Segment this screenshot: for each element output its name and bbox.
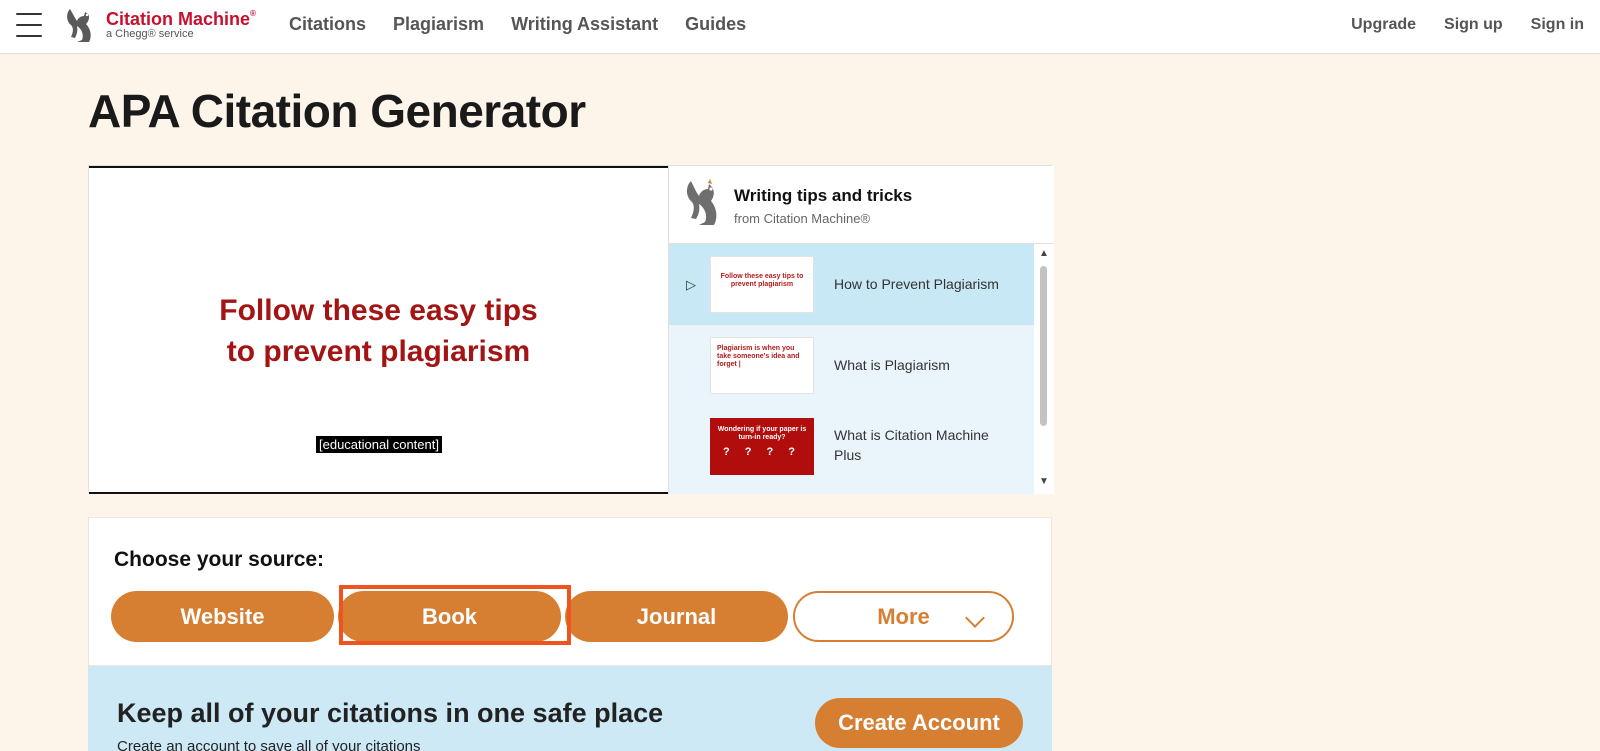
playlist-title: Writing tips and tricks xyxy=(734,186,913,205)
scroll-down-icon[interactable]: ▼ xyxy=(1039,476,1049,487)
playlist-subtitle: from Citation Machine® xyxy=(734,211,871,226)
main-nav: Citations Plagiarism Writing Assistant G… xyxy=(289,14,746,35)
source-more-dropdown[interactable]: More xyxy=(793,591,1014,642)
page-title: APA Citation Generator xyxy=(88,85,586,137)
logo-name: Citation Machine® xyxy=(106,9,256,29)
scroll-up-icon[interactable]: ▲ xyxy=(1039,248,1049,259)
playlist-item-citation-machine-plus[interactable]: Wondering if your paper is turn-in ready… xyxy=(669,406,1034,487)
video-section: Follow these easy tips to prevent plagia… xyxy=(88,165,1054,494)
menu-icon[interactable] xyxy=(16,13,42,37)
account-banner: Keep all of your citations in one safe p… xyxy=(88,666,1052,751)
create-account-button[interactable]: Create Account xyxy=(815,698,1023,748)
account-banner-subtitle: Create an account to save all of your ci… xyxy=(117,738,421,751)
video-caption: [educational content] xyxy=(316,436,442,453)
scrollbar-thumb[interactable] xyxy=(1040,266,1047,426)
video-player[interactable]: Follow these easy tips to prevent plagia… xyxy=(89,166,668,494)
playlist-item-prevent-plagiarism[interactable]: ▷ Follow these easy tips to prevent plag… xyxy=(669,244,1034,325)
video-playlist: Writing tips and tricks from Citation Ma… xyxy=(668,166,1054,494)
squirrel-logo-icon xyxy=(67,9,91,42)
nav-plagiarism[interactable]: Plagiarism xyxy=(393,14,484,35)
nav-sign-up[interactable]: Sign up xyxy=(1444,16,1503,34)
source-journal-button[interactable]: Journal xyxy=(565,591,788,642)
source-book-button[interactable]: Book xyxy=(338,591,561,642)
account-nav: Upgrade Sign up Sign in xyxy=(1351,16,1584,34)
source-chooser: Choose your source: Website Book Journal… xyxy=(88,517,1052,666)
playlist-item-label: What is Plagiarism xyxy=(834,357,950,373)
nav-sign-in[interactable]: Sign in xyxy=(1531,16,1584,34)
top-navigation-bar: Citation Machine® a Chegg® service Citat… xyxy=(0,0,1600,54)
playlist-items: ▷ Follow these easy tips to prevent plag… xyxy=(669,244,1054,494)
playlist-header: Writing tips and tricks from Citation Ma… xyxy=(669,166,1054,244)
source-website-button[interactable]: Website xyxy=(111,591,334,642)
playlist-scrollbar[interactable]: ▲ ▼ xyxy=(1034,244,1054,494)
nav-guides[interactable]: Guides xyxy=(685,14,746,35)
question-marks-graphic: ? ? ? ? xyxy=(722,446,802,458)
chevron-down-icon xyxy=(965,608,985,628)
video-headline: Follow these easy tips to prevent plagia… xyxy=(219,294,538,368)
play-icon: ▷ xyxy=(686,277,696,292)
playlist-item-label: How to Prevent Plagiarism xyxy=(834,276,999,292)
more-label: More xyxy=(877,604,930,629)
playlist-item-label: What is Citation Machine Plus xyxy=(834,427,989,463)
video-thumbnail: Plagiarism is when you take someone's id… xyxy=(710,337,814,394)
playlist-item-what-is-plagiarism[interactable]: Plagiarism is when you take someone's id… xyxy=(669,325,1034,406)
citation-machine-logo[interactable]: Citation Machine® a Chegg® service xyxy=(64,7,264,47)
squirrel-icon xyxy=(686,179,717,225)
video-thumbnail: Wondering if your paper is turn-in ready… xyxy=(710,418,814,475)
video-thumbnail: Follow these easy tips to prevent plagia… xyxy=(710,256,814,313)
nav-upgrade[interactable]: Upgrade xyxy=(1351,16,1416,34)
logo-subtitle: a Chegg® service xyxy=(106,28,194,40)
nav-citations[interactable]: Citations xyxy=(289,14,366,35)
account-banner-title: Keep all of your citations in one safe p… xyxy=(117,698,664,728)
source-label: Choose your source: xyxy=(114,548,325,571)
nav-writing-assistant[interactable]: Writing Assistant xyxy=(511,14,658,35)
